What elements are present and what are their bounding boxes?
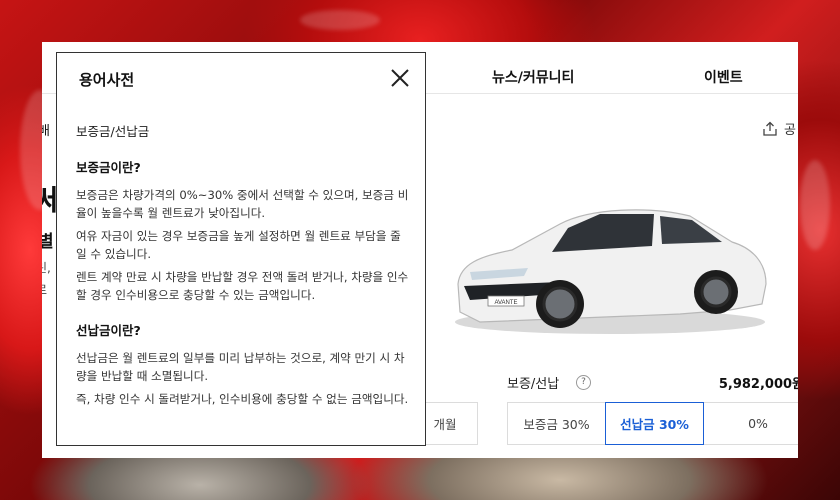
nav-news-community[interactable]: 뉴스/커뮤니티 (492, 67, 574, 87)
option-deposit-label: 보증금 30% (523, 417, 590, 432)
prepay-paragraph-2: 즉, 차량 인수 시 돌려받거나, 인수비용에 충당할 수 없는 금액입니다. (76, 392, 409, 406)
deposit-prepay-row: 보증/선납 ? 5,982,000원 (507, 373, 798, 393)
share-button[interactable]: 공 (762, 119, 796, 138)
glossary-body: 보증금이란? 보증금은 차량가격의 0%~30% 중에서 선택할 수 있으며, … (76, 157, 410, 413)
option-zero[interactable]: 0% (703, 402, 798, 445)
option-deposit-30[interactable]: 보증금 30% (507, 402, 606, 445)
deposit-amount: 5,982,000원 (718, 377, 798, 392)
modal-title: 용어사전 (79, 71, 135, 89)
glossary-modal: 용어사전 보증금/선납금 보증금이란? 보증금은 차량가격의 0%~30% 중에… (56, 52, 426, 446)
option-prepay-30[interactable]: 선납금 30% (605, 402, 704, 445)
page-fragment-tab: 배 (42, 124, 50, 139)
option-prepay-label: 선납금 30% (620, 417, 689, 432)
deposit-paragraph-3: 렌트 계약 만료 시 차량을 반납할 경우 전액 돌려 받거나, 차량을 인수할… (76, 270, 409, 302)
car-badge: AVANTE (494, 300, 517, 306)
prepay-paragraph-1: 선납금은 월 렌트료의 일부를 미리 납부하는 것으로, 계약 만기 시 차량을… (76, 351, 405, 383)
share-icon (763, 121, 777, 136)
option-months-label: 개월 (433, 417, 457, 432)
deposit-heading: 보증금이란? (76, 160, 141, 175)
deposit-prepay-label: 보증/선납 (507, 377, 560, 392)
deposit-paragraph-1: 보증금은 차량가격의 0%~30% 중에서 선택할 수 있으며, 보증금 비율이… (76, 188, 409, 220)
option-zero-label: 0% (748, 416, 768, 431)
close-icon (391, 69, 409, 87)
deposit-paragraph-2: 여유 자금이 있는 경우 보증금을 높게 설정하면 월 렌트료 부담을 줄일 수… (76, 229, 401, 261)
share-label: 공 (784, 123, 796, 138)
close-button[interactable] (388, 66, 412, 90)
page-fragment-desc: 린, (42, 261, 51, 275)
car-image: AVANTE (455, 209, 767, 334)
nav-event[interactable]: 이벤트 (704, 67, 743, 87)
prepay-heading: 선납금이란? (76, 323, 141, 338)
page-fragment-subtitle: 별 (42, 232, 54, 252)
term-title: 보증금/선납금 (76, 124, 150, 139)
help-icon[interactable]: ? (576, 375, 591, 390)
page-fragment-desc2: 로 (42, 281, 47, 298)
